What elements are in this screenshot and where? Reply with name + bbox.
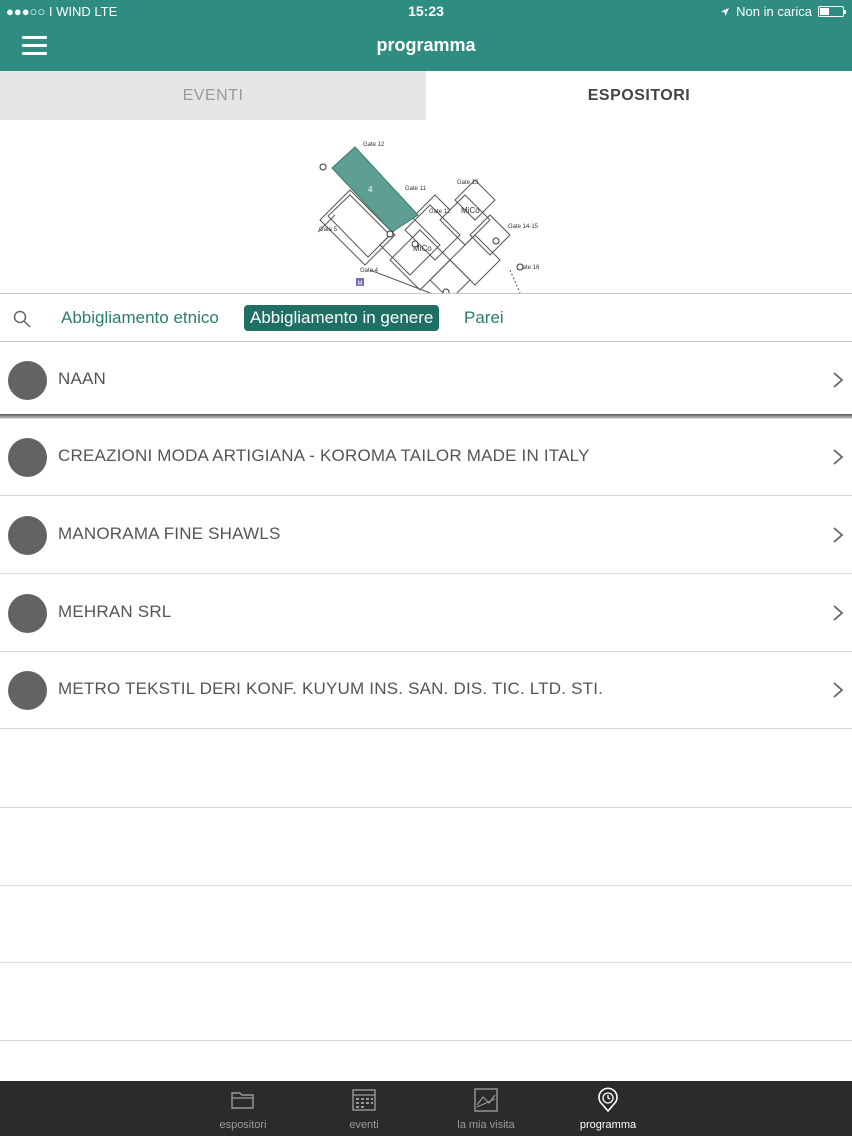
exhibitor-name: MANORAMA FINE SHAWLS: [58, 524, 281, 543]
tabbar-label: la mia visita: [457, 1119, 515, 1131]
clock-pin-icon: [598, 1087, 618, 1113]
chevron-right-icon: [833, 527, 844, 543]
tabbar-label: programma: [579, 1119, 637, 1131]
list-item[interactable]: CREAZIONI MODA ARTIGIANA - KOROMA TAILOR…: [0, 419, 852, 496]
tabbar-item-eventi[interactable]: eventi: [314, 1081, 414, 1136]
nav-bar: programma: [0, 24, 852, 71]
list-item[interactable]: MEHRAN SRL: [0, 575, 852, 652]
list-item[interactable]: MANORAMA FINE SHAWLS: [0, 497, 852, 574]
map-label-gate-11: Gate 11: [405, 186, 427, 192]
empty-row-separator: [0, 1040, 852, 1041]
avatar: [8, 594, 47, 633]
filter-chip-abbigliamento-in-genere[interactable]: Abbigliamento in genere: [244, 305, 440, 331]
empty-row-separator: [0, 807, 852, 808]
floor-map[interactable]: 4 Gate 12 Gate 11 Gate 12 Gate 13 MiCo G…: [0, 120, 852, 293]
chevron-right-icon: [833, 372, 844, 388]
bottom-tab-bar: espositori eventi la mia visita programm…: [0, 1081, 852, 1136]
tabbar-item-programma[interactable]: programma: [558, 1081, 658, 1136]
location-arrow-icon: [721, 7, 730, 16]
tabbar-item-espositori[interactable]: espositori: [193, 1081, 293, 1136]
top-bar: ●●●○○ I WIND LTE 15:23 Non in carica pro…: [0, 0, 852, 71]
map-label-gate-12a: Gate 12: [363, 142, 385, 148]
tabbar-label: eventi: [349, 1119, 379, 1131]
section-divider: [0, 414, 852, 418]
avatar: [8, 361, 47, 400]
charging-status: Non in carica: [736, 4, 812, 19]
metro-icon: M: [358, 281, 363, 287]
filter-chip-abbigliamento-etnico[interactable]: Abbigliamento etnico: [55, 305, 225, 331]
status-right: Non in carica: [720, 4, 846, 19]
tab-eventi[interactable]: EVENTI: [0, 71, 426, 120]
map-label-gate-5: Gate 5: [319, 227, 338, 233]
tab-espositori[interactable]: ESPOSITORI: [426, 71, 852, 120]
tabbar-item-la-mia-visita[interactable]: la mia visita: [436, 1081, 536, 1136]
status-bar: ●●●○○ I WIND LTE 15:23 Non in carica: [0, 0, 852, 24]
exhibitor-name: MEHRAN SRL: [58, 602, 172, 621]
list-item[interactable]: NAAN: [0, 342, 852, 419]
avatar: [8, 438, 47, 477]
chevron-right-icon: [833, 449, 844, 465]
battery-icon: [818, 6, 846, 17]
category-filter-bar: Abbigliamento etnico Abbigliamento in ge…: [0, 293, 852, 342]
avatar: [8, 671, 47, 710]
map-label-mico-a: MiCo: [461, 206, 480, 215]
empty-row-separator: [0, 885, 852, 886]
map-label-gate-14-15: Gate 14-15: [508, 224, 539, 230]
calendar-icon: [352, 1089, 376, 1111]
chevron-right-icon: [833, 605, 844, 621]
page-title: programma: [376, 35, 476, 55]
map-label-gate-4: Gate 4: [360, 268, 379, 274]
avatar: [8, 516, 47, 555]
map-label-gate-12b: Gate 12: [429, 209, 451, 215]
map-label-gate-13: Gate 13: [457, 180, 479, 186]
chevron-right-icon: [833, 682, 844, 698]
exhibitor-name: METRO TEKSTIL DERI KONF. KUYUM INS. SAN.…: [58, 679, 604, 698]
exhibitor-name: CREAZIONI MODA ARTIGIANA - KOROMA TAILOR…: [58, 446, 590, 465]
search-icon[interactable]: [12, 309, 32, 329]
exhibitor-name: NAAN: [58, 369, 107, 388]
empty-row-separator: [0, 962, 852, 963]
filter-chip-parei[interactable]: Parei: [458, 305, 510, 331]
map-drawing: 4 Gate 12 Gate 11 Gate 12 Gate 13 MiCo G…: [317, 142, 540, 293]
map-icon: [474, 1088, 498, 1112]
map-hall-number: 4: [368, 185, 373, 194]
segmented-tabs: EVENTI ESPOSITORI: [0, 71, 852, 120]
tabbar-label: espositori: [219, 1119, 267, 1131]
folder-icon: [231, 1092, 254, 1109]
list-item[interactable]: METRO TEKSTIL DERI KONF. KUYUM INS. SAN.…: [0, 652, 852, 729]
